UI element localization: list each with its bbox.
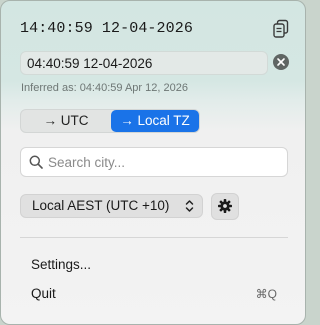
city-search-input[interactable] — [48, 148, 280, 176]
timestamp-converter-popover: 14:40:59 12-04-2026 Inferred as: 04:40:5… — [0, 0, 306, 325]
quit-shortcut: ⌘Q — [255, 287, 277, 301]
timezone-select[interactable]: Local AEST (UTC +10) — [20, 194, 203, 218]
gear-icon — [218, 199, 232, 213]
timezone-settings-button[interactable] — [211, 193, 239, 220]
timestamp-input[interactable] — [27, 52, 263, 74]
close-icon — [277, 58, 285, 66]
timezone-selected-value: Local AEST (UTC +10) — [32, 198, 170, 213]
time-display-row: 14:40:59 12-04-2026 — [20, 18, 290, 40]
copy-icon[interactable] — [272, 19, 290, 39]
city-search-field[interactable] — [20, 147, 288, 177]
timestamp-input-field[interactable] — [20, 51, 268, 75]
inferred-time-label: Inferred as: 04:40:59 Apr 12, 2026 — [21, 82, 188, 94]
settings-label: Settings... — [31, 257, 92, 272]
current-time-display: 14:40:59 12-04-2026 — [20, 20, 193, 37]
settings-menu-item[interactable]: Settings... — [20, 254, 288, 276]
convert-to-local-button[interactable]: → Local TZ — [111, 110, 199, 132]
chevron-updown-icon — [185, 200, 194, 212]
convert-to-utc-button[interactable]: → UTC — [21, 110, 111, 132]
conversion-toggle: → UTC → Local TZ — [20, 109, 200, 133]
clear-input-button[interactable] — [273, 54, 289, 70]
menu-divider — [20, 237, 288, 238]
quit-label: Quit — [31, 286, 56, 301]
search-icon — [29, 155, 43, 169]
quit-menu-item[interactable]: Quit ⌘Q — [20, 283, 288, 305]
